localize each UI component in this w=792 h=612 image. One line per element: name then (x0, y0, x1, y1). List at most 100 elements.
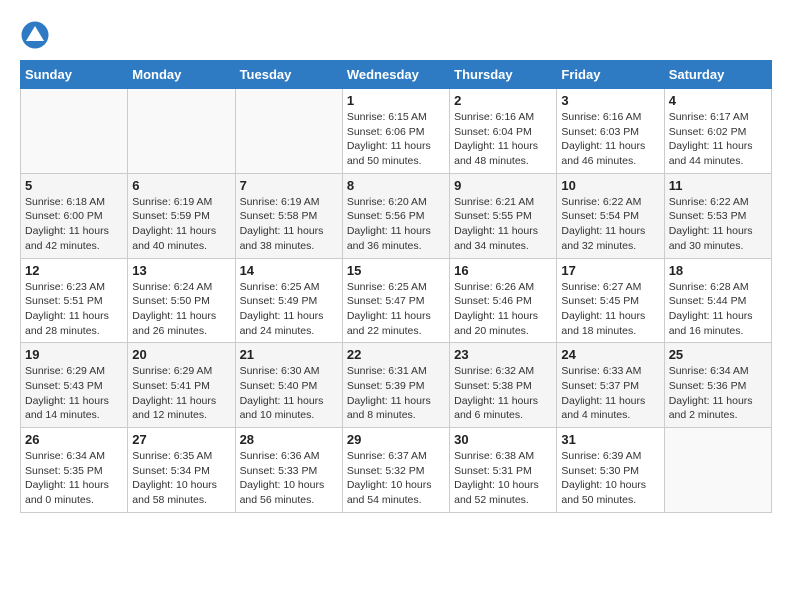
day-number: 17 (561, 263, 659, 278)
calendar-cell: 14Sunrise: 6:25 AM Sunset: 5:49 PM Dayli… (235, 258, 342, 343)
calendar-cell: 28 Sunrise: 6:36 AM Sunset: 5:33 PM Dayli… (235, 428, 342, 513)
weekday-header-thursday: Thursday (450, 61, 557, 89)
day-number: 7 (240, 178, 338, 193)
day-number: 4 (669, 93, 767, 108)
day-info: Sunrise: 6:18 AM Sunset: 6:00 PM Dayligh… (25, 195, 123, 254)
calendar-cell (21, 89, 128, 174)
day-number: 2 (454, 93, 552, 108)
day-number: 3 (561, 93, 659, 108)
day-info: Sunrise: 6:23 AM Sunset: 5:51 PM Dayligh… (25, 280, 123, 339)
calendar-cell (128, 89, 235, 174)
calendar-cell: 29Sunrise: 6:37 AM Sunset: 5:32 PM Dayli… (342, 428, 449, 513)
logo-icon (20, 20, 50, 50)
calendar-cell: 4 Sunrise: 6:17 AM Sunset: 6:02 PM Daylig… (664, 89, 771, 174)
weekday-header-tuesday: Tuesday (235, 61, 342, 89)
calendar-table: SundayMondayTuesdayWednesdayThursdayFrid… (20, 60, 772, 513)
day-number: 1 (347, 93, 445, 108)
day-number: 30 (454, 432, 552, 447)
day-number: 27 (132, 432, 230, 447)
day-number: 20 (132, 347, 230, 362)
day-info: Sunrise: 6:29 AM Sunset: 5:43 PM Dayligh… (25, 364, 123, 423)
day-number: 13 (132, 263, 230, 278)
day-number: 10 (561, 178, 659, 193)
day-number: 12 (25, 263, 123, 278)
calendar-week-1: 1 Sunrise: 6:15 AM Sunset: 6:06 PM Daylig… (21, 89, 772, 174)
day-info: Sunrise: 6:17 AM Sunset: 6:02 PM Dayligh… (669, 110, 767, 169)
day-number: 24 (561, 347, 659, 362)
calendar-cell: 17 Sunrise: 6:27 AM Sunset: 5:45 PM Dayli… (557, 258, 664, 343)
calendar-cell: 16Sunrise: 6:26 AM Sunset: 5:46 PM Dayli… (450, 258, 557, 343)
day-info: Sunrise: 6:31 AM Sunset: 5:39 PM Dayligh… (347, 364, 445, 423)
calendar-cell: 2Sunrise: 6:16 AM Sunset: 6:04 PM Daylig… (450, 89, 557, 174)
weekday-row: SundayMondayTuesdayWednesdayThursdayFrid… (21, 61, 772, 89)
day-info: Sunrise: 6:20 AM Sunset: 5:56 PM Dayligh… (347, 195, 445, 254)
day-info: Sunrise: 6:30 AM Sunset: 5:40 PM Dayligh… (240, 364, 338, 423)
weekday-header-monday: Monday (128, 61, 235, 89)
weekday-header-wednesday: Wednesday (342, 61, 449, 89)
logo (20, 20, 54, 50)
day-number: 14 (240, 263, 338, 278)
weekday-header-friday: Friday (557, 61, 664, 89)
day-info: Sunrise: 6:33 AM Sunset: 5:37 PM Dayligh… (561, 364, 659, 423)
calendar-cell: 23 Sunrise: 6:32 AM Sunset: 5:38 PM Dayli… (450, 343, 557, 428)
day-info: Sunrise: 6:39 AM Sunset: 5:30 PM Dayligh… (561, 449, 659, 508)
calendar-header: SundayMondayTuesdayWednesdayThursdayFrid… (21, 61, 772, 89)
calendar-cell: 15 Sunrise: 6:25 AM Sunset: 5:47 PM Dayli… (342, 258, 449, 343)
day-number: 18 (669, 263, 767, 278)
calendar-cell: 22Sunrise: 6:31 AM Sunset: 5:39 PM Dayli… (342, 343, 449, 428)
day-info: Sunrise: 6:16 AM Sunset: 6:03 PM Dayligh… (561, 110, 659, 169)
calendar-cell: 11 Sunrise: 6:22 AM Sunset: 5:53 PM Dayli… (664, 173, 771, 258)
calendar-cell: 12 Sunrise: 6:23 AM Sunset: 5:51 PM Dayli… (21, 258, 128, 343)
day-number: 9 (454, 178, 552, 193)
day-number: 16 (454, 263, 552, 278)
calendar-cell: 13 Sunrise: 6:24 AM Sunset: 5:50 PM Dayli… (128, 258, 235, 343)
day-info: Sunrise: 6:37 AM Sunset: 5:32 PM Dayligh… (347, 449, 445, 508)
calendar-cell (235, 89, 342, 174)
calendar-week-4: 19Sunrise: 6:29 AM Sunset: 5:43 PM Dayli… (21, 343, 772, 428)
day-number: 11 (669, 178, 767, 193)
day-info: Sunrise: 6:27 AM Sunset: 5:45 PM Dayligh… (561, 280, 659, 339)
day-info: Sunrise: 6:25 AM Sunset: 5:47 PM Dayligh… (347, 280, 445, 339)
day-number: 15 (347, 263, 445, 278)
calendar-cell: 7 Sunrise: 6:19 AM Sunset: 5:58 PM Daylig… (235, 173, 342, 258)
calendar-cell: 18Sunrise: 6:28 AM Sunset: 5:44 PM Dayli… (664, 258, 771, 343)
calendar-week-2: 5 Sunrise: 6:18 AM Sunset: 6:00 PM Daylig… (21, 173, 772, 258)
day-number: 31 (561, 432, 659, 447)
day-number: 21 (240, 347, 338, 362)
calendar-week-5: 26Sunrise: 6:34 AM Sunset: 5:35 PM Dayli… (21, 428, 772, 513)
day-info: Sunrise: 6:22 AM Sunset: 5:53 PM Dayligh… (669, 195, 767, 254)
calendar-cell: 21 Sunrise: 6:30 AM Sunset: 5:40 PM Dayli… (235, 343, 342, 428)
day-info: Sunrise: 6:35 AM Sunset: 5:34 PM Dayligh… (132, 449, 230, 508)
calendar-cell: 9 Sunrise: 6:21 AM Sunset: 5:55 PM Daylig… (450, 173, 557, 258)
day-number: 28 (240, 432, 338, 447)
calendar-cell: 20Sunrise: 6:29 AM Sunset: 5:41 PM Dayli… (128, 343, 235, 428)
day-number: 8 (347, 178, 445, 193)
day-number: 5 (25, 178, 123, 193)
day-number: 23 (454, 347, 552, 362)
calendar-cell: 19Sunrise: 6:29 AM Sunset: 5:43 PM Dayli… (21, 343, 128, 428)
day-info: Sunrise: 6:21 AM Sunset: 5:55 PM Dayligh… (454, 195, 552, 254)
day-info: Sunrise: 6:36 AM Sunset: 5:33 PM Dayligh… (240, 449, 338, 508)
day-info: Sunrise: 6:24 AM Sunset: 5:50 PM Dayligh… (132, 280, 230, 339)
calendar-week-3: 12 Sunrise: 6:23 AM Sunset: 5:51 PM Dayli… (21, 258, 772, 343)
day-info: Sunrise: 6:19 AM Sunset: 5:59 PM Dayligh… (132, 195, 230, 254)
day-info: Sunrise: 6:15 AM Sunset: 6:06 PM Dayligh… (347, 110, 445, 169)
calendar-cell: 30 Sunrise: 6:38 AM Sunset: 5:31 PM Dayli… (450, 428, 557, 513)
calendar-cell: 26Sunrise: 6:34 AM Sunset: 5:35 PM Dayli… (21, 428, 128, 513)
day-number: 26 (25, 432, 123, 447)
calendar-cell: 3 Sunrise: 6:16 AM Sunset: 6:03 PM Daylig… (557, 89, 664, 174)
day-info: Sunrise: 6:19 AM Sunset: 5:58 PM Dayligh… (240, 195, 338, 254)
calendar-cell: 8 Sunrise: 6:20 AM Sunset: 5:56 PM Daylig… (342, 173, 449, 258)
day-info: Sunrise: 6:38 AM Sunset: 5:31 PM Dayligh… (454, 449, 552, 508)
weekday-header-saturday: Saturday (664, 61, 771, 89)
calendar-cell: 25Sunrise: 6:34 AM Sunset: 5:36 PM Dayli… (664, 343, 771, 428)
calendar-cell: 27 Sunrise: 6:35 AM Sunset: 5:34 PM Dayli… (128, 428, 235, 513)
calendar-body: 1 Sunrise: 6:15 AM Sunset: 6:06 PM Daylig… (21, 89, 772, 513)
day-info: Sunrise: 6:32 AM Sunset: 5:38 PM Dayligh… (454, 364, 552, 423)
day-number: 6 (132, 178, 230, 193)
weekday-header-sunday: Sunday (21, 61, 128, 89)
calendar-cell: 1 Sunrise: 6:15 AM Sunset: 6:06 PM Daylig… (342, 89, 449, 174)
calendar-cell: 31 Sunrise: 6:39 AM Sunset: 5:30 PM Dayli… (557, 428, 664, 513)
calendar-cell: 5 Sunrise: 6:18 AM Sunset: 6:00 PM Daylig… (21, 173, 128, 258)
calendar-cell (664, 428, 771, 513)
